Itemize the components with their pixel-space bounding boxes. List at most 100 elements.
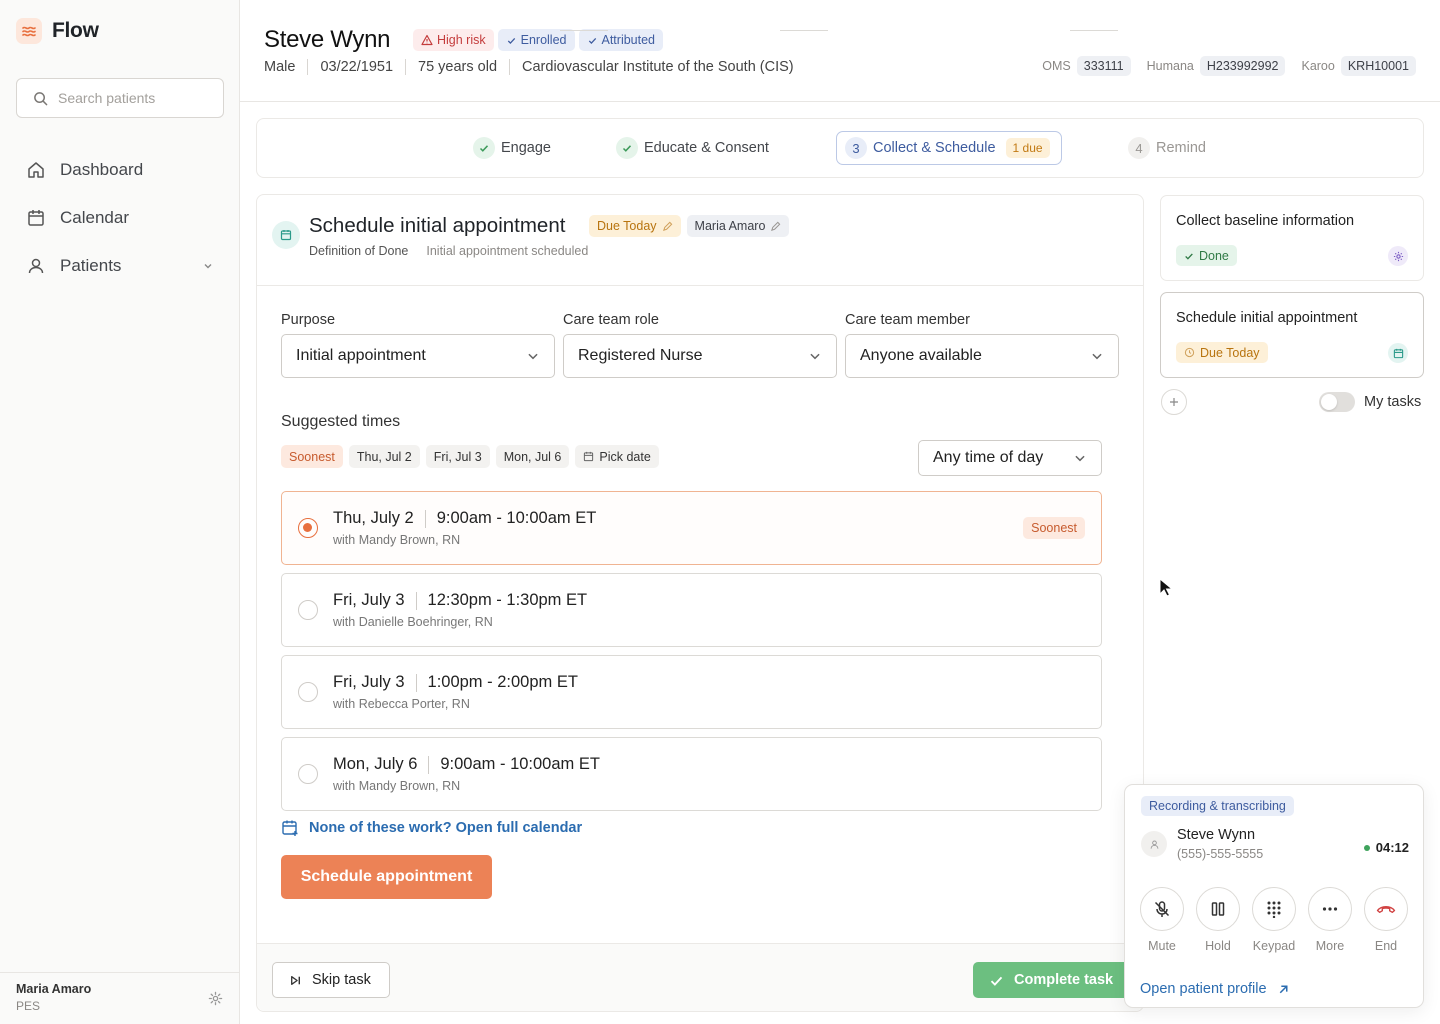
- filter-soonest[interactable]: Soonest: [281, 445, 343, 468]
- status-badge: Done: [1176, 245, 1237, 266]
- divider: [509, 59, 511, 75]
- current-user: Maria Amaro PES: [0, 972, 239, 1024]
- time-slot[interactable]: Mon, July 6 9:00am - 10:00am ET with Man…: [281, 737, 1102, 811]
- nav-item-calendar[interactable]: Calendar: [16, 196, 224, 240]
- attributed-badge: Attributed: [578, 29, 664, 51]
- logo[interactable]: Flow: [16, 18, 99, 44]
- due-date-chip[interactable]: Due Today: [589, 215, 681, 237]
- slot-radio[interactable]: [298, 518, 318, 538]
- call-controls: Mute Hold Keypad More End: [1140, 887, 1408, 953]
- care-team-role-select[interactable]: Registered Nurse: [563, 334, 837, 378]
- time-slot[interactable]: Thu, July 2 9:00am - 10:00am ET with Man…: [281, 491, 1102, 565]
- check-icon: [588, 37, 596, 44]
- hold-control: Hold: [1196, 887, 1240, 953]
- task-list-item[interactable]: Collect baseline information Done: [1160, 195, 1424, 281]
- slot-radio[interactable]: [298, 764, 318, 784]
- open-patient-profile-link[interactable]: Open patient profile: [1140, 981, 1290, 997]
- id-value-oms[interactable]: 333111: [1076, 56, 1131, 76]
- filter-thu-jul-2[interactable]: Thu, Jul 2: [348, 445, 420, 468]
- keypad-control: Keypad: [1252, 887, 1296, 953]
- caller-phone: (555)-555-5555: [1177, 847, 1264, 861]
- skip-task-button[interactable]: Skip task: [272, 962, 390, 998]
- my-tasks-label: My tasks: [1364, 394, 1422, 410]
- suggested-times-title: Suggested times: [281, 413, 401, 430]
- task-list-item[interactable]: Schedule initial appointment Due Today: [1160, 292, 1424, 378]
- high-risk-badge: High risk: [413, 29, 494, 51]
- time-slot[interactable]: Fri, July 3 12:30pm - 1:30pm ET with Dan…: [281, 573, 1102, 647]
- keypad-button[interactable]: [1252, 887, 1296, 931]
- calendar-icon: [1388, 343, 1408, 363]
- id-value-karoo[interactable]: KRH10001: [1340, 56, 1416, 76]
- patient-tags: High risk Enrolled Attributed: [413, 29, 664, 51]
- purpose-label: Purpose: [281, 312, 336, 328]
- chevron-down-icon: [1075, 455, 1085, 462]
- purpose-field: Purpose Initial appointment: [281, 312, 555, 378]
- hold-button[interactable]: [1196, 887, 1240, 931]
- search-box[interactable]: [16, 78, 224, 118]
- user-name: Maria Amaro: [16, 982, 92, 996]
- end-call-button[interactable]: [1364, 887, 1408, 931]
- calendar-icon: [28, 210, 44, 226]
- check-icon: [507, 37, 515, 44]
- complete-task-button[interactable]: Complete task: [973, 962, 1143, 998]
- status-badge: Due Today: [1176, 342, 1268, 363]
- my-tasks-toggle[interactable]: My tasks: [1319, 392, 1421, 412]
- chevron-down-icon: [1092, 353, 1102, 360]
- add-task-button[interactable]: [1161, 389, 1187, 415]
- divider: [307, 59, 309, 75]
- chevron-down-icon: [528, 353, 538, 360]
- patient-demographics: Male 03/22/1951 75 years old Cardiovascu…: [264, 59, 794, 75]
- calendar-icon: [272, 221, 300, 249]
- slot-datetime: Fri, July 3 12:30pm - 1:30pm ET: [333, 591, 588, 610]
- step-connector: [780, 30, 828, 31]
- chevron-down-icon[interactable]: [202, 260, 214, 272]
- call-panel: Recording & transcribing Steve Wynn (555…: [1124, 784, 1424, 1008]
- keypad-icon: [1267, 901, 1281, 918]
- slot-radio[interactable]: [298, 600, 318, 620]
- slot-provider: with Danielle Boehringer, RN: [333, 615, 493, 629]
- step-remind[interactable]: 4 Remind: [1128, 134, 1206, 162]
- external-link-icon: [1279, 984, 1288, 993]
- step-label: Remind: [1156, 140, 1206, 156]
- phone-hangup-icon: [1376, 906, 1396, 913]
- mute-control: Mute: [1140, 887, 1184, 953]
- nav-item-patients[interactable]: Patients: [16, 244, 224, 288]
- step-educate-consent[interactable]: Educate & Consent: [616, 134, 769, 162]
- filter-fri-jul-3[interactable]: Fri, Jul 3: [425, 445, 490, 468]
- enrolled-badge: Enrolled: [497, 29, 575, 51]
- step-engage[interactable]: Engage: [473, 134, 551, 162]
- filter-mon-jul-6[interactable]: Mon, Jul 6: [495, 445, 570, 468]
- step-collect-schedule[interactable]: 3 Collect & Schedule 1 due: [845, 134, 1050, 162]
- care-team-member-select[interactable]: Anyone available: [845, 334, 1119, 378]
- recording-badge: Recording & transcribing: [1141, 796, 1294, 816]
- schedule-appointment-button[interactable]: Schedule appointment: [281, 855, 492, 899]
- nav-label: Calendar: [60, 208, 129, 227]
- slot-radio[interactable]: [298, 682, 318, 702]
- warning-icon: [421, 34, 433, 46]
- purpose-select[interactable]: Initial appointment: [281, 334, 555, 378]
- slot-provider: with Rebecca Porter, RN: [333, 697, 470, 711]
- more-button[interactable]: [1308, 887, 1352, 931]
- more-control: More: [1308, 887, 1352, 953]
- slot-datetime: Mon, July 6 9:00am - 10:00am ET: [333, 755, 600, 774]
- open-full-calendar-link[interactable]: None of these work? Open full calendar: [281, 819, 582, 837]
- assignee-chip[interactable]: Maria Amaro: [686, 215, 790, 237]
- task-card: Schedule initial appointment Due Today M…: [256, 194, 1144, 1012]
- main-nav: Dashboard Calendar Patients: [16, 148, 224, 292]
- mic-off-icon: [1154, 901, 1170, 917]
- time-slot[interactable]: Fri, July 3 1:00pm - 2:00pm ET with Rebe…: [281, 655, 1102, 729]
- step-due-badge: 1 due: [1005, 138, 1050, 158]
- gear-icon[interactable]: [208, 991, 223, 1006]
- mute-button[interactable]: [1140, 887, 1184, 931]
- id-label-humana: Humana: [1146, 59, 1194, 73]
- pencil-icon: [662, 221, 672, 231]
- time-of-day-select[interactable]: Any time of day: [918, 440, 1102, 476]
- dod-label: Definition of Done: [309, 244, 409, 258]
- time-slot-list: Thu, July 2 9:00am - 10:00am ET with Man…: [281, 491, 1102, 819]
- nav-item-dashboard[interactable]: Dashboard: [16, 148, 224, 192]
- pick-date-button[interactable]: Pick date: [575, 445, 659, 468]
- id-value-humana[interactable]: H233992992: [1199, 56, 1286, 76]
- search-input[interactable]: [58, 90, 208, 106]
- toggle-switch[interactable]: [1319, 392, 1355, 412]
- nav-label: Patients: [60, 256, 122, 275]
